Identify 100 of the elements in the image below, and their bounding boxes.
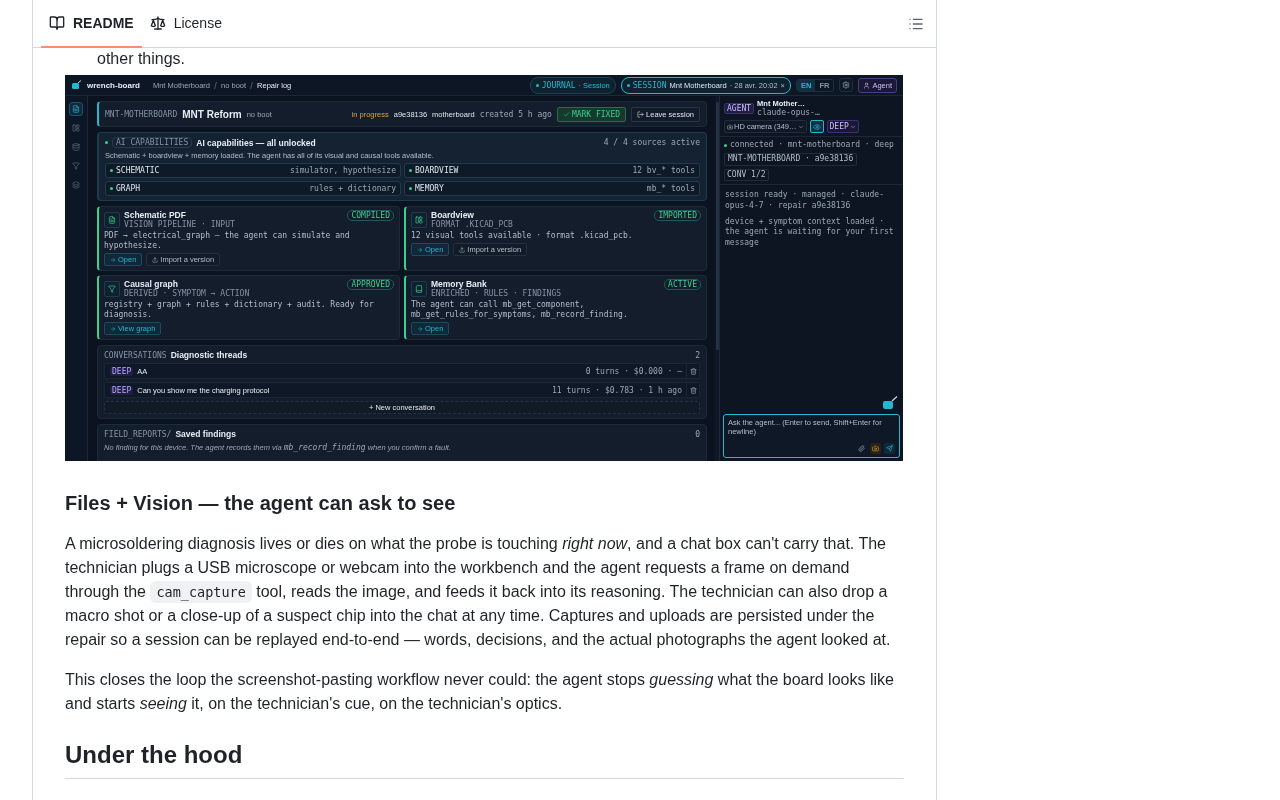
book-icon	[49, 15, 65, 31]
arrow-right-icon	[417, 325, 423, 332]
agent-model: claude-opus-…	[757, 108, 820, 117]
paragraph: This closes the loop the screenshot-pasting workflow never could: the agent stops guessing what the board looks like and starts seeing it, on the technician's cue, on the technician's optics.	[65, 670, 895, 714]
repair-label: MNT-MOTHERBOARD · a9e38136	[724, 153, 858, 166]
capability-chip: MEMORY mb_* tools	[404, 181, 700, 197]
conversation-meta: 0 turns · $0.000 · —	[585, 366, 682, 376]
document-icon	[108, 215, 116, 224]
status-badge: COMPILED	[347, 210, 394, 222]
chevron-down-icon	[797, 123, 804, 130]
delete-button[interactable]	[686, 383, 699, 398]
section-tag: CONVERSATIONS	[104, 350, 167, 360]
card-description: 12 visual tools available · format .kicad_pcb.	[411, 231, 634, 242]
card-description: The agent can call mb_get_component, mb_get_rules_for_symptoms, mb_record_finding.	[411, 300, 629, 321]
trash-icon	[689, 367, 697, 375]
arrow-right-icon	[110, 325, 116, 332]
scale-icon	[149, 15, 166, 31]
tab[interactable]: README	[41, 0, 142, 48]
send-icon	[886, 445, 893, 452]
upload-icon	[152, 256, 159, 263]
card-subtitle: FORMAT .KICAD_PCB	[431, 220, 513, 230]
camera-icon	[727, 123, 733, 130]
status-dot	[724, 143, 727, 147]
status-badge: ACTIVE	[664, 279, 701, 291]
user-icon	[863, 81, 871, 89]
chevron-down-icon	[849, 123, 856, 130]
card-description: registry + graph + rules + dictionary + audit. Ready for diagnosis.	[104, 300, 375, 321]
paragraph-fragment: other things.	[97, 49, 186, 69]
mascot-icon	[882, 396, 898, 410]
camera-button[interactable]	[870, 443, 881, 454]
app-name: wrench-board	[87, 80, 140, 90]
section-heading: Under the hood	[65, 741, 243, 768]
thread-count: 2	[695, 350, 700, 360]
status-badge: APPROVED	[347, 279, 394, 291]
upload-icon	[459, 246, 466, 253]
panel-layout-icon	[72, 124, 80, 132]
mark-fixed-button[interactable]: MARK FIXED	[556, 106, 627, 122]
system-message: device + symptom context loaded · the agent is waiting for your first message	[725, 216, 895, 249]
delete-button[interactable]	[686, 364, 699, 379]
eye-icon	[812, 122, 821, 131]
connection-status: connected · mnt-motherboard · deep	[730, 140, 895, 151]
card-title: Causal graph	[124, 279, 179, 290]
card-description: PDF → electrical_graph — the agent can simulate and hypothesize.	[104, 231, 351, 252]
document-icon	[72, 105, 80, 113]
card-subtitle: VISION PIPELINE · INPUT	[124, 220, 235, 230]
section-heading: Files + Vision — the agent can ask to see	[65, 491, 456, 516]
panel-layout-icon	[415, 215, 423, 224]
exit-icon	[637, 110, 645, 118]
card-title: AI capabilities — all unlocked	[196, 137, 316, 148]
database-icon	[72, 143, 80, 151]
conversation-meta: 11 turns · $0.783 · 1 h ago	[551, 385, 682, 395]
arrow-right-icon	[110, 256, 116, 263]
settings-button[interactable]	[839, 78, 854, 92]
card-title: Memory Bank	[431, 279, 487, 290]
capability-chip: SCHEMATIC simulator, hypothesize	[105, 163, 401, 179]
camera-view-toggle[interactable]	[809, 120, 824, 133]
camera-icon	[872, 445, 879, 452]
section-tag: FIELD_REPORTS/	[104, 429, 172, 439]
card-title: Saved findings	[175, 429, 236, 440]
trash-icon	[689, 386, 697, 394]
card-subtitle: ENRICHED · RULES · FINDINGS	[431, 289, 562, 299]
mode-select[interactable]: DEEP	[826, 120, 859, 133]
status-badge: IMPORTED	[654, 210, 701, 222]
mode-tag: DEEP	[110, 366, 134, 376]
layers-icon	[72, 181, 80, 189]
capability-chip: BOARDVIEW 12 bv_* tools	[404, 163, 700, 179]
card-subtitle: DERIVED · SYMPTOM → ACTION	[124, 289, 250, 299]
card-title: Schematic PDF	[124, 210, 186, 221]
settings-icon	[842, 81, 851, 89]
funnel-icon	[108, 284, 116, 293]
card-title: Diagnostic threads	[170, 350, 248, 361]
capability-chip: GRAPH rules + dictionary	[105, 181, 401, 197]
sidebar-button[interactable]	[69, 102, 83, 116]
conversation-counter: CONV 1/2	[724, 168, 769, 182]
findings-count: 0	[695, 429, 700, 439]
section-tag: AI CAPABILITIES	[112, 137, 193, 148]
send-button[interactable]	[884, 443, 895, 454]
attach-button[interactable]	[856, 443, 867, 454]
mode-tag: DEEP	[110, 385, 134, 395]
card-title: Boardview	[431, 210, 474, 221]
sidebar-button[interactable]	[69, 121, 83, 135]
sidebar-button[interactable]	[69, 178, 83, 192]
sources-count: 4 / 4 sources active	[603, 138, 700, 147]
tab[interactable]: License	[141, 0, 230, 48]
mascot-icon	[71, 80, 82, 90]
paragraph: A microsoldering diagnosis lives or dies on what the probe is touching right now, and a chat box can't carry that. The technician plugs a USB microscope or webcam into the workbench and the agent requests a frame on demand through the cam_capture tool, reads the image, and feeds it back into its reasoning. The technician can also drop a macro shot or a close-up of a suspect chip into the chat at any time. Captures and uploads are persisted under the repair so a session can be replayed end-to-end — words, decisions, and the actual photographs the agent looked at.	[65, 534, 892, 650]
check-icon	[562, 110, 570, 118]
status-dot	[105, 141, 108, 144]
sidebar-button[interactable]	[69, 140, 83, 154]
system-message: session ready · managed · claude-opus-4-7 · repair a9e38136	[725, 190, 885, 211]
funnel-icon	[72, 162, 80, 170]
sidebar-button[interactable]	[69, 159, 83, 173]
arrow-right-icon	[417, 246, 423, 253]
book-icon	[415, 284, 423, 293]
scrollbar[interactable]	[715, 96, 719, 461]
device-name: MNT Reform	[182, 108, 242, 120]
created-time: created 5 h ago	[479, 109, 552, 119]
agent-tag: AGENT	[724, 102, 755, 114]
device-code: MNT-MOTHERBOARD	[105, 109, 178, 119]
paperclip-icon	[858, 445, 865, 452]
